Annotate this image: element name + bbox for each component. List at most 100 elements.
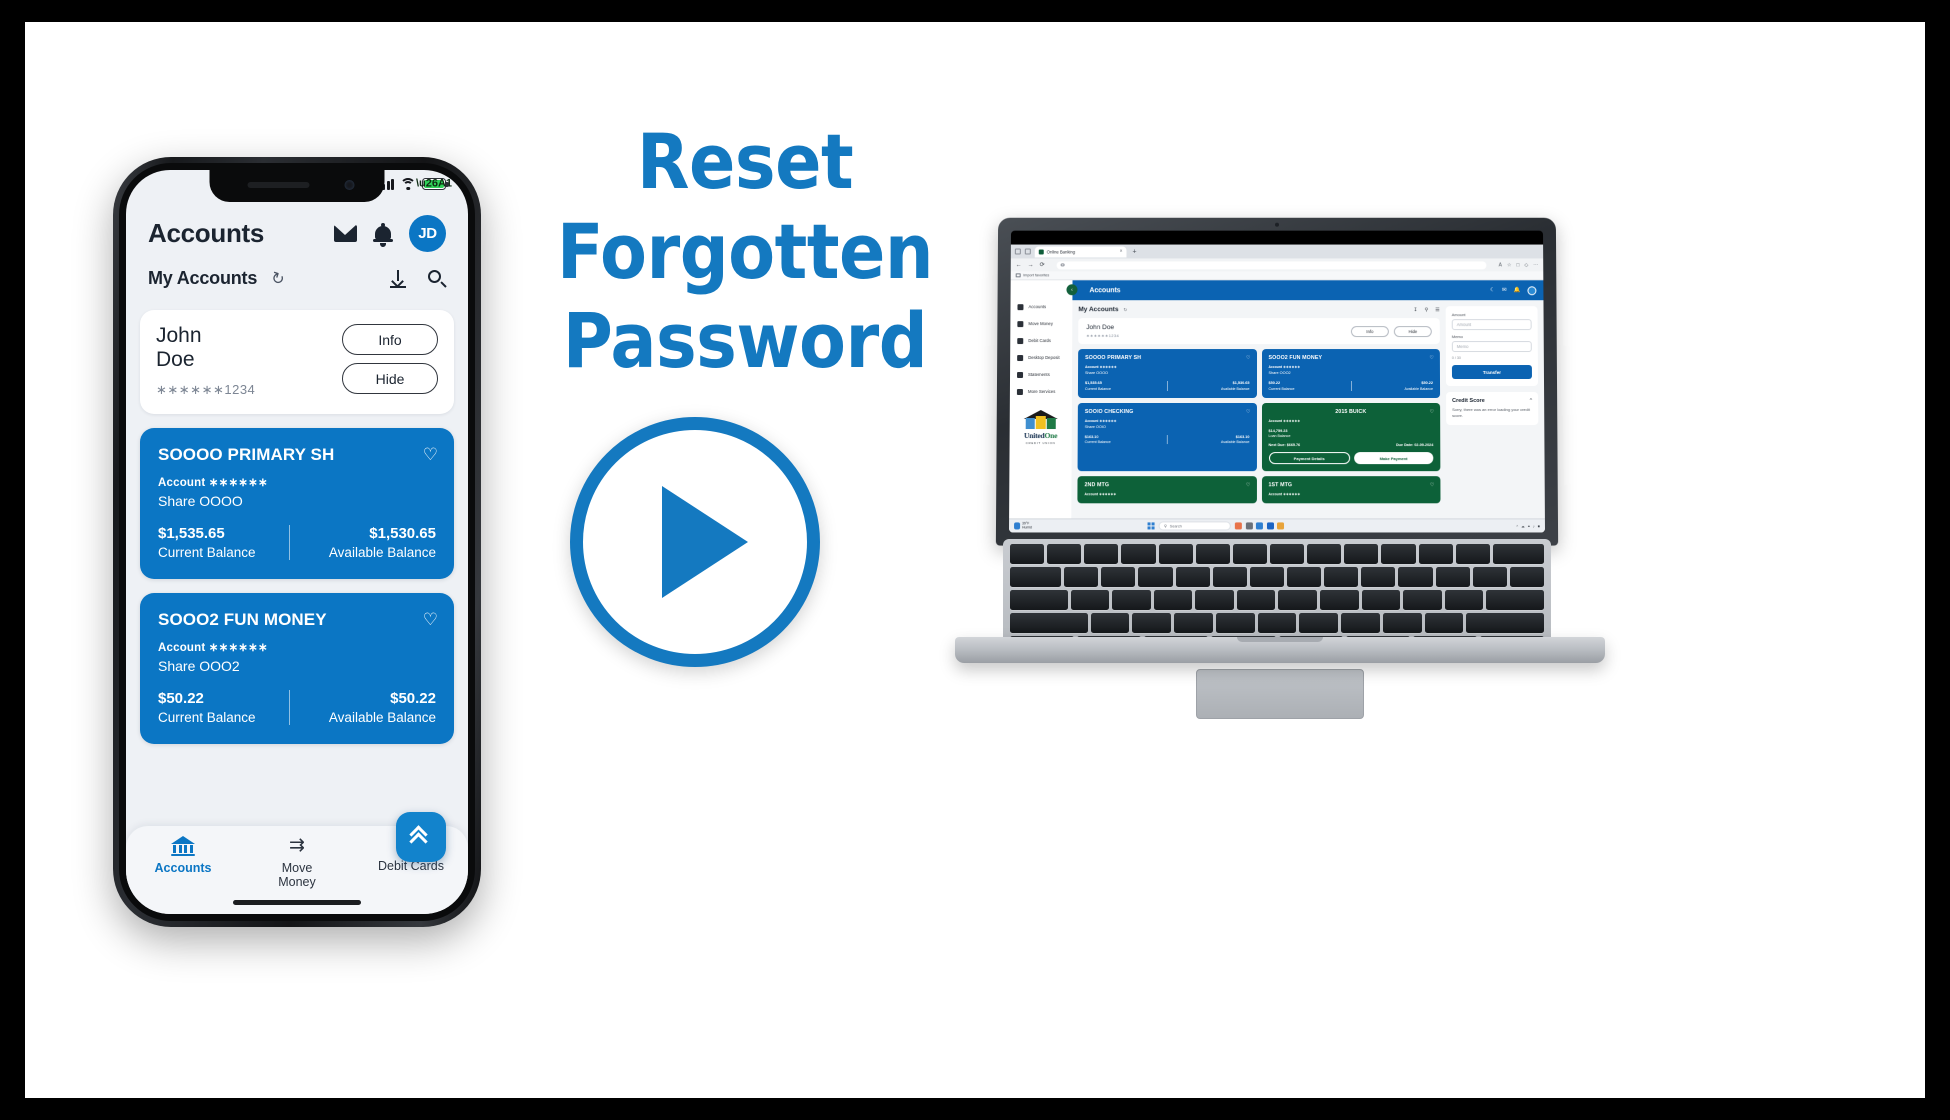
favorite-heart-icon[interactable]: ♡	[1430, 482, 1435, 488]
balance-divider	[1167, 381, 1168, 390]
back-button[interactable]: ←	[1016, 262, 1022, 268]
app-icon-2[interactable]	[1246, 522, 1253, 529]
tray-battery-icon[interactable]: ■	[1538, 524, 1540, 528]
account-name: SOOO2 FUN MONEY	[158, 610, 436, 630]
refresh-icon[interactable]: ↻	[268, 267, 287, 290]
taskbar-search[interactable]: ⚲ Search	[1159, 521, 1231, 530]
site-info-icon[interactable]	[1061, 263, 1065, 266]
filter-icon[interactable]: ☰	[1435, 307, 1440, 313]
available-balance-label: Available Balance	[1171, 386, 1249, 390]
current-balance-label: Current Balance	[158, 710, 289, 725]
account-number-label: Account ∗∗∗∗∗∗	[1269, 365, 1433, 369]
phone-app-header: Accounts JD	[126, 215, 468, 252]
sidebar-item-statements[interactable]: Statements	[1010, 366, 1072, 383]
sidebar-item-more-services[interactable]: More Services	[1010, 383, 1072, 400]
collections-icon[interactable]: □	[1516, 262, 1519, 268]
app-icon-4[interactable]	[1267, 522, 1274, 529]
search-icon[interactable]: ⚲	[1425, 307, 1429, 313]
app-icon-3[interactable]	[1256, 522, 1263, 529]
transfer-button[interactable]: Transfer	[1452, 365, 1532, 379]
app-icon-5[interactable]	[1277, 522, 1284, 529]
chevron-up-icon[interactable]: ^	[1530, 398, 1532, 404]
browser-tab[interactable]: Online Banking ×	[1035, 246, 1127, 257]
tab-search-icon[interactable]	[1025, 249, 1031, 255]
payment-details-button[interactable]: Payment Details	[1268, 452, 1349, 464]
credit-score-message: Sorry, there was an error loading your c…	[1452, 407, 1532, 418]
search-icon[interactable]	[428, 270, 446, 288]
sidebar-item-move-money[interactable]: Move Money	[1010, 315, 1072, 332]
debit-cards-icon	[1017, 338, 1023, 344]
loan-card[interactable]: ♡ 2ND MTG Account ∗∗∗∗∗∗	[1077, 476, 1256, 503]
favorite-heart-icon[interactable]: ♡	[1429, 355, 1434, 361]
browser-essentials-icon[interactable]: ◇	[1524, 262, 1528, 268]
tab-move-money[interactable]: ⇉ Move Money	[240, 836, 354, 890]
mail-icon[interactable]: ✉	[1502, 287, 1507, 293]
sidebar-item-desktop-deposit[interactable]: Desktop Deposit	[1010, 349, 1072, 366]
new-tab-button[interactable]: +	[1132, 248, 1136, 255]
tab-actions-icon[interactable]	[1015, 249, 1021, 255]
current-balance-amount: $50.22	[158, 690, 289, 707]
address-bar[interactable]	[1057, 261, 1487, 269]
amount-input[interactable]: Amount	[1452, 319, 1532, 330]
dark-mode-icon[interactable]: ☾	[1490, 287, 1495, 293]
sidebar-item-accounts[interactable]: Accounts	[1010, 298, 1072, 315]
sidebar-item-debit-cards[interactable]: Debit Cards	[1010, 332, 1072, 349]
balance-divider	[1167, 435, 1168, 445]
weather-widget[interactable]: 39°F Humid	[1014, 522, 1032, 530]
play-button[interactable]	[570, 417, 820, 667]
windows-start-icon[interactable]	[1148, 522, 1155, 529]
info-button[interactable]: Info	[342, 324, 438, 355]
memo-input[interactable]: Memo	[1452, 341, 1532, 352]
mail-icon[interactable]	[334, 225, 357, 242]
import-favorites-label[interactable]: Import favorites	[1023, 273, 1049, 277]
app-icon-1[interactable]	[1235, 522, 1242, 529]
sub-header-left: My Accounts ↻	[148, 268, 285, 289]
favorite-heart-icon[interactable]: ♡	[1430, 409, 1435, 415]
make-payment-button[interactable]: Make Payment	[1354, 452, 1433, 464]
avatar[interactable]: JD	[409, 215, 446, 252]
favorite-star-icon[interactable]: ☆	[1507, 262, 1512, 268]
bell-icon[interactable]: 🔔	[1514, 287, 1521, 293]
tray-volume-icon[interactable]: ♪	[1533, 524, 1535, 528]
reload-button[interactable]: ⟳	[1040, 261, 1045, 268]
scroll-to-top-button[interactable]	[396, 812, 446, 862]
account-name: 1ST MTG	[1268, 482, 1433, 488]
account-card[interactable]: ♡ SOOIO CHECKING Account ∗∗∗∗∗∗ Share OO…	[1078, 402, 1257, 471]
account-card[interactable]: ♡ SOOO2 FUN MONEY Account ∗∗∗∗∗∗ Share O…	[1261, 349, 1440, 397]
tray-network-icon[interactable]: ●	[1528, 524, 1530, 528]
download-icon[interactable]	[390, 270, 406, 288]
laptop-trackpad[interactable]	[1196, 669, 1364, 719]
favorite-heart-icon[interactable]: ♡	[1246, 355, 1250, 361]
favorite-heart-icon[interactable]: ♡	[1246, 409, 1250, 415]
site-favicon	[1039, 249, 1044, 254]
browser-nav-bar: ← → ⟳ A ☆ □ ◇ ⋯	[1011, 258, 1544, 271]
memo-character-counter: 0 / 30	[1452, 356, 1532, 360]
account-card[interactable]: ♡ SOOO2 FUN MONEY Account ∗∗∗∗∗∗ Share O…	[140, 593, 454, 744]
loan-card[interactable]: ♡ 1ST MTG Account ∗∗∗∗∗∗	[1261, 476, 1440, 503]
bell-icon[interactable]	[374, 224, 392, 244]
favorite-heart-icon[interactable]: ♡	[1246, 482, 1251, 488]
avatar-icon[interactable]	[1527, 286, 1536, 295]
loan-actions: Payment Details Make Payment	[1268, 452, 1433, 464]
favorite-heart-icon[interactable]: ♡	[423, 610, 438, 630]
tray-chevron-icon[interactable]: ^	[1516, 524, 1518, 528]
favorite-heart-icon[interactable]: ♡	[423, 445, 438, 465]
download-icon[interactable]: ↧	[1413, 307, 1417, 313]
loan-card[interactable]: ♡ 2015 BUICK Account ∗∗∗∗∗∗ $14,759.23 L…	[1261, 402, 1440, 471]
hide-button[interactable]: Hide	[1394, 326, 1432, 337]
tab-accounts[interactable]: Accounts	[126, 836, 240, 875]
hide-button[interactable]: Hide	[342, 363, 438, 394]
search-icon: ⚲	[1164, 523, 1167, 528]
collapse-icon[interactable]: ‹	[1066, 284, 1077, 295]
settings-menu-icon[interactable]: ⋯	[1533, 262, 1538, 268]
read-aloud-icon[interactable]: A	[1499, 262, 1502, 268]
account-card[interactable]: ♡ SOOOO PRIMARY SH Account ∗∗∗∗∗∗ Share …	[140, 428, 454, 579]
close-tab-icon[interactable]: ×	[1120, 249, 1123, 255]
current-balance-col: $163.10 Current Balance	[1085, 435, 1163, 445]
info-button[interactable]: Info	[1351, 326, 1389, 337]
available-balance-amount: $163.10	[1171, 435, 1249, 439]
account-card[interactable]: ♡ SOOOO PRIMARY SH Account ∗∗∗∗∗∗ Share …	[1078, 349, 1257, 397]
refresh-icon[interactable]: ↻	[1123, 307, 1127, 313]
forward-button[interactable]: →	[1028, 262, 1034, 268]
tray-cloud-icon[interactable]: ☁	[1521, 524, 1525, 528]
